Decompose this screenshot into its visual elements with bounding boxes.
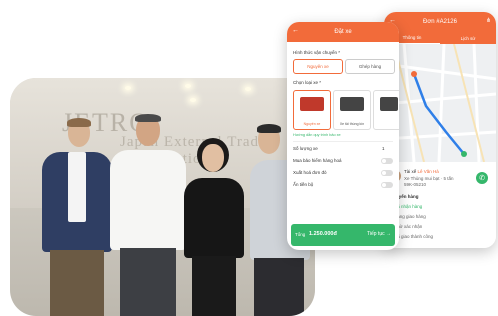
invoice-toggle[interactable] — [381, 170, 393, 176]
truck-caption: Xe tải thùng kín — [339, 122, 365, 126]
truck-option-selected[interactable]: Nguyên xe — [293, 90, 331, 130]
driver-plate: 59K-05210 — [404, 182, 427, 187]
tracking-header: ← Đơn #A2126 ⋔ — [384, 12, 496, 32]
phone-call-icon[interactable]: ✆ — [476, 172, 488, 184]
quantity-value[interactable]: 1 — [382, 146, 385, 151]
guide-link[interactable]: Hướng dẫn quy trình bảo xe — [293, 133, 341, 137]
truck-icon — [380, 97, 398, 111]
team-photo: JETRO Japan External Trade Organization — [10, 78, 315, 316]
tab-history[interactable]: Lịch sử — [440, 32, 496, 44]
booking-screen: ← Đặt xe Hình thức vận chuyển * Nguyên x… — [287, 22, 399, 250]
truck-option-closed[interactable]: Xe tải thùng kín — [333, 90, 371, 130]
vehicle-type-label: Chọn loại xe * — [293, 80, 322, 85]
option-full-truck[interactable]: Nguyên xe — [293, 59, 343, 74]
status-step-4: Đã giao thành công — [394, 234, 434, 239]
option-shared[interactable]: Ghép hàng — [345, 59, 395, 74]
checkout-bar[interactable]: Tổng 1.250.000đ Tiếp tục → — [291, 224, 395, 246]
driver-vehicle: Xe Thùng mui bạt · 5 tấn — [404, 176, 454, 181]
driver-panel: Tài xế Lê Văn Hà Xe Thùng mui bạt · 5 tấ… — [384, 162, 496, 248]
booking-header: ← Đặt xe — [287, 22, 399, 42]
total-amount: 1.250.000đ — [309, 231, 337, 237]
invoice-label: Xuất hoá đơn đỏ — [293, 170, 327, 175]
back-arrow-icon[interactable]: ← — [292, 27, 299, 34]
tracking-tabs: Thông tin Lịch sử — [384, 32, 496, 44]
truck-icon — [340, 97, 364, 111]
hide-price-toggle[interactable] — [381, 182, 393, 188]
truck-caption: Nguyên xe — [303, 122, 321, 126]
order-title: Đơn #A2126 — [423, 19, 457, 25]
share-icon[interactable]: ⋔ — [486, 17, 491, 24]
insurance-toggle[interactable] — [381, 158, 393, 164]
map-svg — [384, 44, 496, 162]
truck-option-more[interactable] — [373, 90, 399, 130]
quantity-label: Số lượng xe — [293, 146, 318, 151]
driver-label: Tài xế Lê Văn Hà — [404, 169, 439, 174]
booking-title: Đặt xe — [334, 29, 352, 35]
insurance-label: Mua bảo hiểm hàng hoá — [293, 158, 342, 163]
order-tracking-screen: ← Đơn #A2126 ⋔ Thông tin Lịch sử Tài xế … — [384, 12, 496, 248]
route-map[interactable] — [384, 44, 496, 162]
pickup-pin-icon — [411, 71, 417, 77]
ceiling-light — [185, 84, 191, 88]
ceiling-light — [125, 86, 131, 90]
total-label: Tổng — [295, 232, 306, 237]
truck-icon — [300, 97, 324, 111]
transport-type-label: Hình thức vận chuyển * — [293, 50, 341, 55]
ceiling-light — [190, 98, 196, 102]
ceiling-light — [245, 87, 251, 91]
hide-price-label: Ẩn tiền bộ — [293, 182, 314, 187]
dropoff-pin-icon — [461, 151, 467, 157]
next-button[interactable]: Tiếp tục → — [367, 231, 391, 237]
divider — [293, 141, 393, 142]
